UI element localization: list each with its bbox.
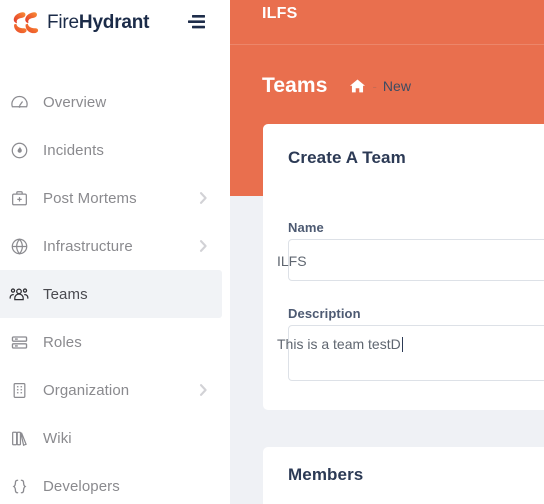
sidebar-item-wiki[interactable]: Wiki: [0, 414, 230, 462]
breadcrumb: - New: [349, 78, 411, 94]
brand-name-bold: Hydrant: [78, 12, 150, 33]
sidebar-item-teams[interactable]: Teams: [0, 270, 222, 318]
flame-logo-icon: [13, 12, 39, 34]
card-title: Create A Team: [288, 148, 406, 167]
breadcrumb-current[interactable]: New: [383, 78, 411, 94]
briefcase-plus-icon: [6, 187, 32, 209]
card-title: Members: [288, 465, 364, 484]
description-text: This is a team testD: [277, 336, 401, 352]
page-heading: Teams - New: [262, 74, 411, 98]
gauge-icon: [6, 91, 32, 113]
chevron-right-icon[interactable]: [199, 240, 208, 253]
header-divider: [230, 44, 544, 45]
sidebar-item-label: Developers: [43, 477, 120, 495]
members-card: Members: [263, 447, 544, 504]
flame-circle-icon: [6, 139, 32, 161]
sidebar-item-incidents[interactable]: Incidents: [0, 126, 230, 174]
sidebar-item-label: Overview: [43, 93, 107, 111]
sidebar-item-label: Roles: [43, 333, 82, 351]
sidebar-item-label: Teams: [43, 285, 88, 303]
description-textarea[interactable]: [288, 325, 544, 381]
sidebar-item-infrastructure[interactable]: Infrastructure: [0, 222, 230, 270]
text-cursor: [401, 337, 403, 352]
people-icon: [6, 283, 32, 305]
sidebar: FireHydrant Overview Incidents Post Mort…: [0, 0, 230, 504]
hamburger-menu-icon[interactable]: [185, 12, 211, 32]
sidebar-item-label: Organization: [43, 381, 130, 399]
chevron-right-icon[interactable]: [199, 192, 208, 205]
sidebar-item-label: Infrastructure: [43, 237, 133, 255]
brand-name-light: Fire: [47, 12, 79, 33]
server-stack-icon: [6, 331, 32, 353]
sidebar-item-post-mortems[interactable]: Post Mortems: [0, 174, 230, 222]
page-title: Teams: [262, 74, 328, 97]
name-input[interactable]: [288, 239, 544, 281]
create-team-card: Create A Team Name ILFS Description This…: [263, 124, 544, 410]
sidebar-item-label: Incidents: [43, 141, 104, 159]
building-icon: [6, 379, 32, 401]
brand-name: FireHydrant: [47, 12, 150, 34]
sidebar-item-organization[interactable]: Organization: [0, 366, 230, 414]
description-field-label: Description: [288, 306, 361, 321]
books-icon: [6, 427, 32, 449]
globe-icon: [6, 235, 32, 257]
curly-braces-icon: [6, 475, 32, 497]
name-input-value: ILFS: [277, 253, 307, 269]
sidebar-item-roles[interactable]: Roles: [0, 318, 230, 366]
sidebar-item-overview[interactable]: Overview: [0, 78, 230, 126]
sidebar-item-label: Post Mortems: [43, 189, 137, 207]
sidebar-nav: Overview Incidents Post Mortems Infrastr…: [0, 78, 230, 504]
home-icon[interactable]: [349, 78, 366, 94]
sidebar-item-label: Wiki: [43, 429, 72, 447]
breadcrumb-separator: -: [372, 78, 377, 94]
sidebar-item-developers[interactable]: Developers: [0, 462, 230, 504]
app-root: FireHydrant Overview Incidents Post Mort…: [0, 0, 544, 504]
main-content: ILFS Teams - New Create A Team Name ILFS…: [230, 0, 544, 504]
description-textarea-value: This is a team testD: [277, 336, 403, 352]
organization-name: ILFS: [262, 5, 298, 22]
name-field-label: Name: [288, 220, 324, 235]
chevron-right-icon[interactable]: [199, 384, 208, 397]
